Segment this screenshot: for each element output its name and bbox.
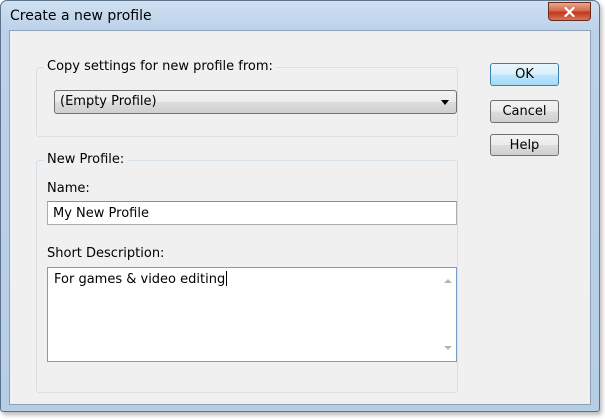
title-bar[interactable]: Create a new profile: [1, 1, 599, 30]
cancel-button[interactable]: Cancel: [490, 100, 559, 123]
scroll-down-arrow-icon[interactable]: [444, 346, 452, 350]
dialog-window: Create a new profile Copy settings for n…: [0, 0, 600, 412]
combobox-selected-value: (Empty Profile): [60, 94, 157, 109]
help-button[interactable]: Help: [490, 134, 559, 156]
copy-settings-label: Copy settings for new profile from:: [44, 59, 276, 74]
new-profile-group: New Profile: Name: Short Description: Fo…: [36, 152, 458, 393]
text-caret: [226, 271, 228, 286]
close-icon: [564, 6, 575, 17]
short-description-textarea[interactable]: For games & video editing: [47, 267, 457, 362]
scroll-up-arrow-icon[interactable]: [444, 279, 452, 283]
ok-button[interactable]: OK: [490, 63, 559, 86]
close-button[interactable]: [548, 2, 591, 21]
new-profile-label: New Profile:: [44, 152, 128, 167]
copy-from-combobox[interactable]: (Empty Profile): [54, 90, 457, 114]
name-label: Name:: [47, 181, 90, 196]
copy-settings-group: Copy settings for new profile from: (Emp…: [36, 59, 458, 137]
description-scrollbar[interactable]: [439, 268, 456, 361]
dropdown-arrow-icon[interactable]: [441, 100, 449, 105]
name-input[interactable]: [47, 201, 457, 225]
dialog-client-area: Copy settings for new profile from: (Emp…: [9, 30, 591, 405]
short-description-label: Short Description:: [47, 246, 165, 261]
window-title: Create a new profile: [10, 8, 152, 24]
short-description-text: For games & video editing: [54, 271, 228, 287]
